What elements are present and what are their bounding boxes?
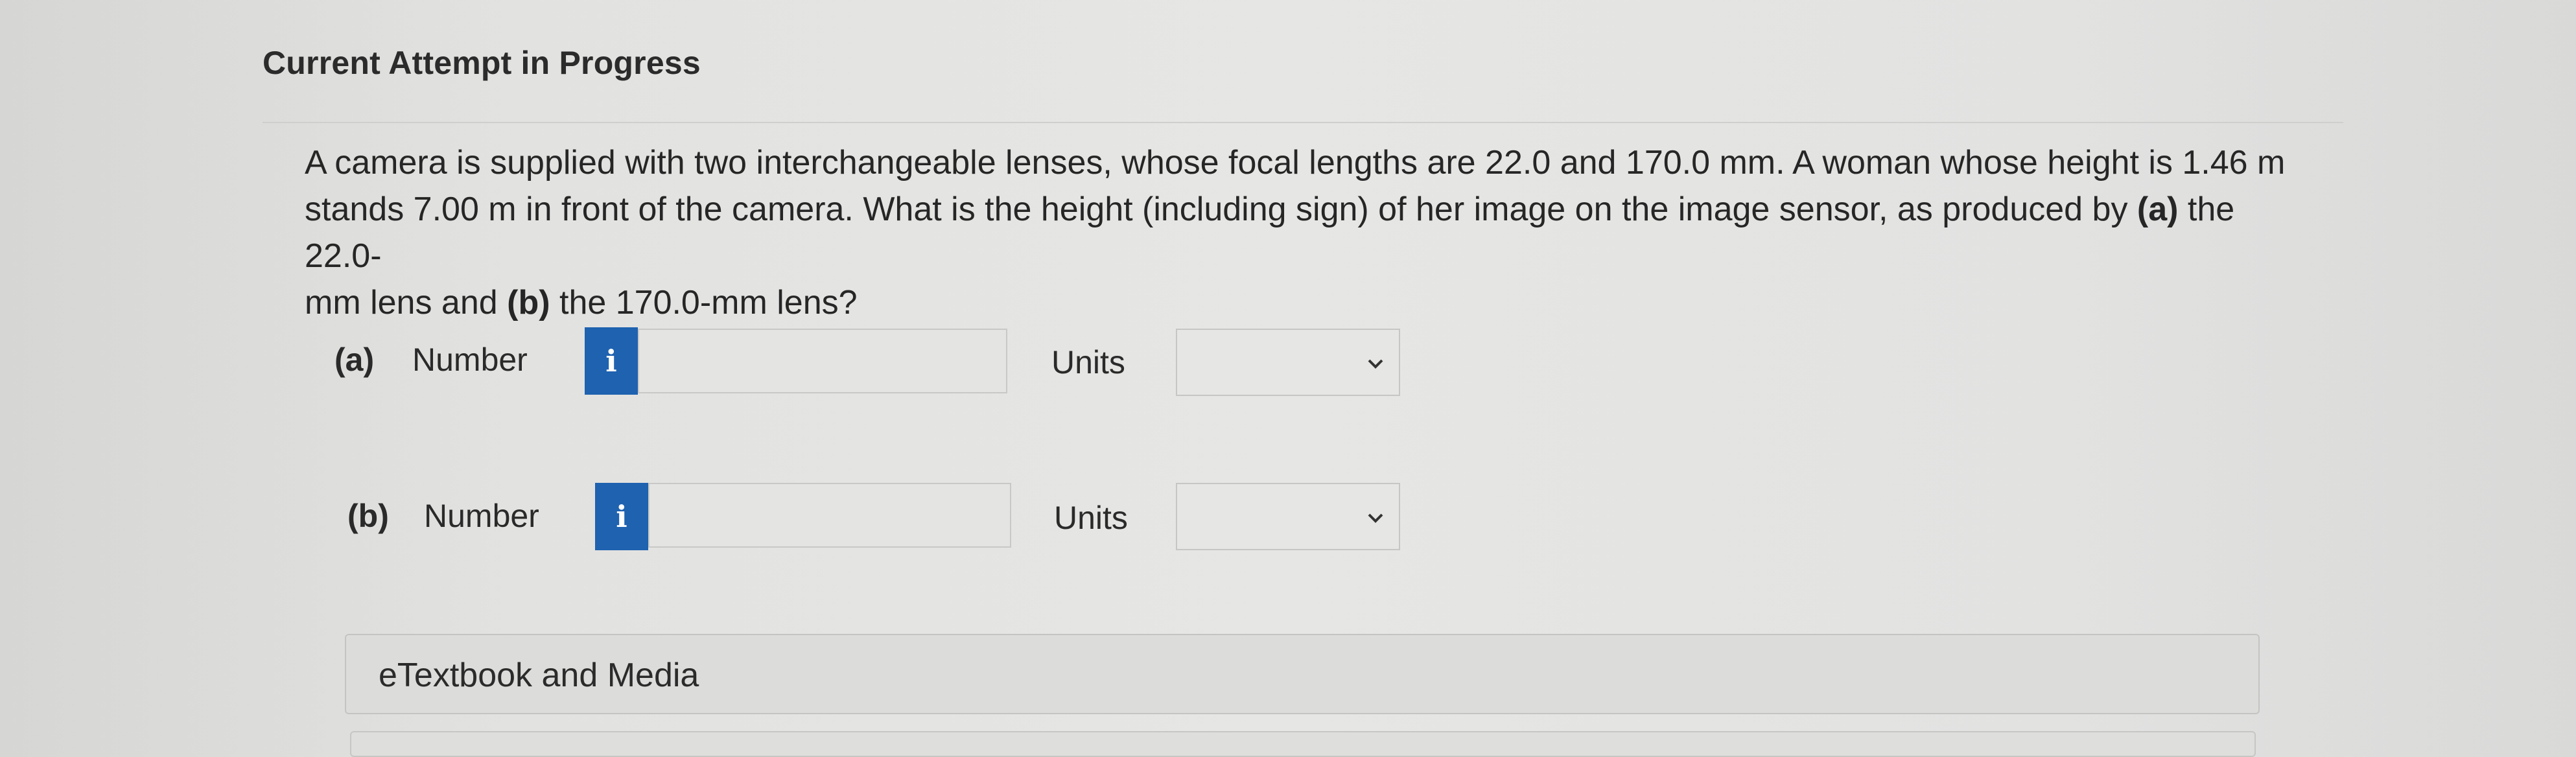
part-b-number-input[interactable] xyxy=(648,483,1011,548)
part-a-number-label: Number xyxy=(412,342,528,378)
assignment-page: Current Attempt in Progress A camera is … xyxy=(0,0,2576,757)
part-a-units-label: Units xyxy=(1051,344,1125,380)
etextbook-and-media-label: eTextbook and Media xyxy=(379,657,699,694)
header-divider xyxy=(263,122,2343,123)
info-icon: i xyxy=(605,344,617,378)
question-part-b-marker: (b) xyxy=(507,284,550,321)
chevron-down-icon xyxy=(1368,513,1383,523)
next-resource-panel[interactable] xyxy=(350,731,2256,757)
question-line-3: mm lens and xyxy=(305,284,508,321)
part-a-label: (a) xyxy=(334,342,375,378)
part-b-number-label: Number xyxy=(424,498,539,534)
chevron-down-icon xyxy=(1368,359,1383,369)
info-icon: i xyxy=(616,499,627,534)
question-line-1: A camera is supplied with two interchang… xyxy=(305,144,2286,181)
question-line-3-end: the 170.0-mm lens? xyxy=(550,284,858,321)
part-b-units-select[interactable] xyxy=(1176,483,1400,550)
etextbook-and-media-panel[interactable]: eTextbook and Media xyxy=(345,634,2260,714)
part-b-label: (b) xyxy=(347,498,389,534)
question-text: A camera is supplied with two interchang… xyxy=(305,139,2308,326)
part-b-info-button[interactable]: i xyxy=(595,483,648,550)
question-part-a-marker: (a) xyxy=(2137,191,2179,228)
part-a-units-select[interactable] xyxy=(1176,329,1400,396)
part-b-units-label: Units xyxy=(1054,500,1128,536)
part-a-info-button[interactable]: i xyxy=(585,327,638,395)
attempt-status-heading: Current Attempt in Progress xyxy=(263,45,701,81)
part-a-number-input[interactable] xyxy=(638,329,1007,393)
question-line-2: stands 7.00 m in front of the camera. Wh… xyxy=(305,191,2137,228)
